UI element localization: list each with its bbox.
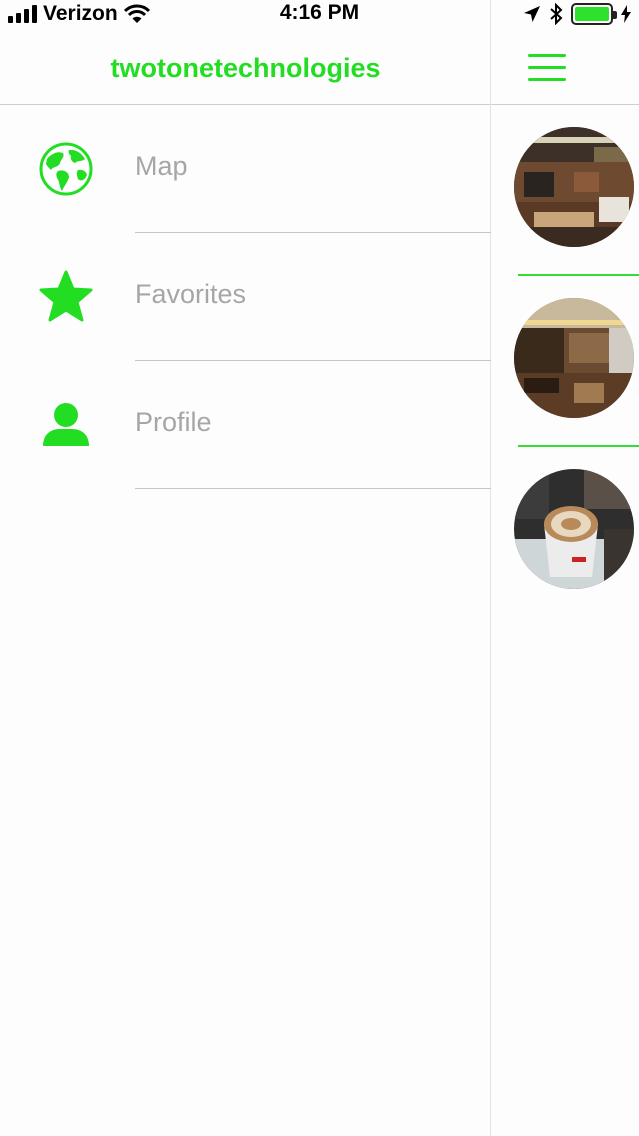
star-icon (39, 270, 93, 322)
menu-divider (135, 488, 491, 489)
hamburger-menu-button[interactable] (528, 54, 568, 82)
menu-item-profile[interactable]: Profile (0, 361, 491, 489)
globe-icon (39, 142, 93, 196)
cafe-thumbnail[interactable] (514, 298, 634, 418)
list-separator (518, 445, 639, 447)
menu-item-label: Favorites (135, 279, 247, 309)
menu-item-map[interactable]: Map (0, 105, 491, 233)
drawer-header: twotonetechnologies (0, 28, 491, 105)
location-arrow-icon (524, 6, 540, 22)
menu-item-favorites[interactable]: Favorites (0, 233, 491, 361)
battery-icon (571, 3, 617, 25)
restaurant-thumbnail[interactable] (514, 127, 634, 247)
list-separator (518, 274, 639, 276)
app-screen: Verizon 4:16 PM twotonetechnologies Map … (0, 0, 639, 1136)
menu-item-label: Profile (135, 407, 212, 437)
menu-item-label: Map (135, 151, 188, 181)
coffee-thumbnail[interactable] (514, 469, 634, 589)
status-bar-right (523, 2, 631, 26)
bluetooth-icon (550, 3, 563, 25)
battery-fill (575, 7, 609, 21)
app-title: twotonetechnologies (110, 53, 381, 83)
person-icon (43, 403, 89, 446)
status-bar: Verizon 4:16 PM (0, 0, 639, 28)
charging-bolt-icon (621, 5, 631, 23)
